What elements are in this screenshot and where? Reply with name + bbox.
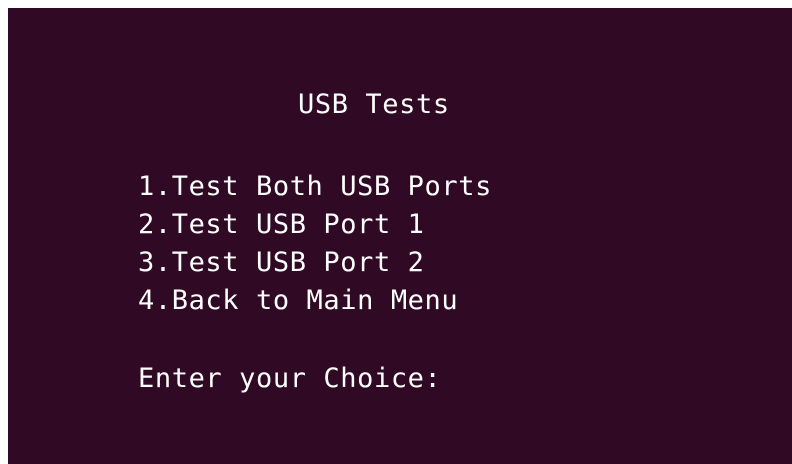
choice-prompt[interactable]: Enter your Choice: [138,360,441,398]
menu-option-test-both-usb-ports: 1.Test Both USB Ports [138,171,492,202]
menu-option-test-usb-port-2: 3.Test USB Port 2 [138,247,425,278]
menu-option-back-to-main-menu: 4.Back to Main Menu [138,285,459,316]
menu-option-test-usb-port-1: 2.Test USB Port 1 [138,209,425,240]
terminal-window[interactable]: USB Tests 1.Test Both USB Ports 2.Test U… [8,8,792,464]
menu-title: USB Tests [298,89,450,120]
